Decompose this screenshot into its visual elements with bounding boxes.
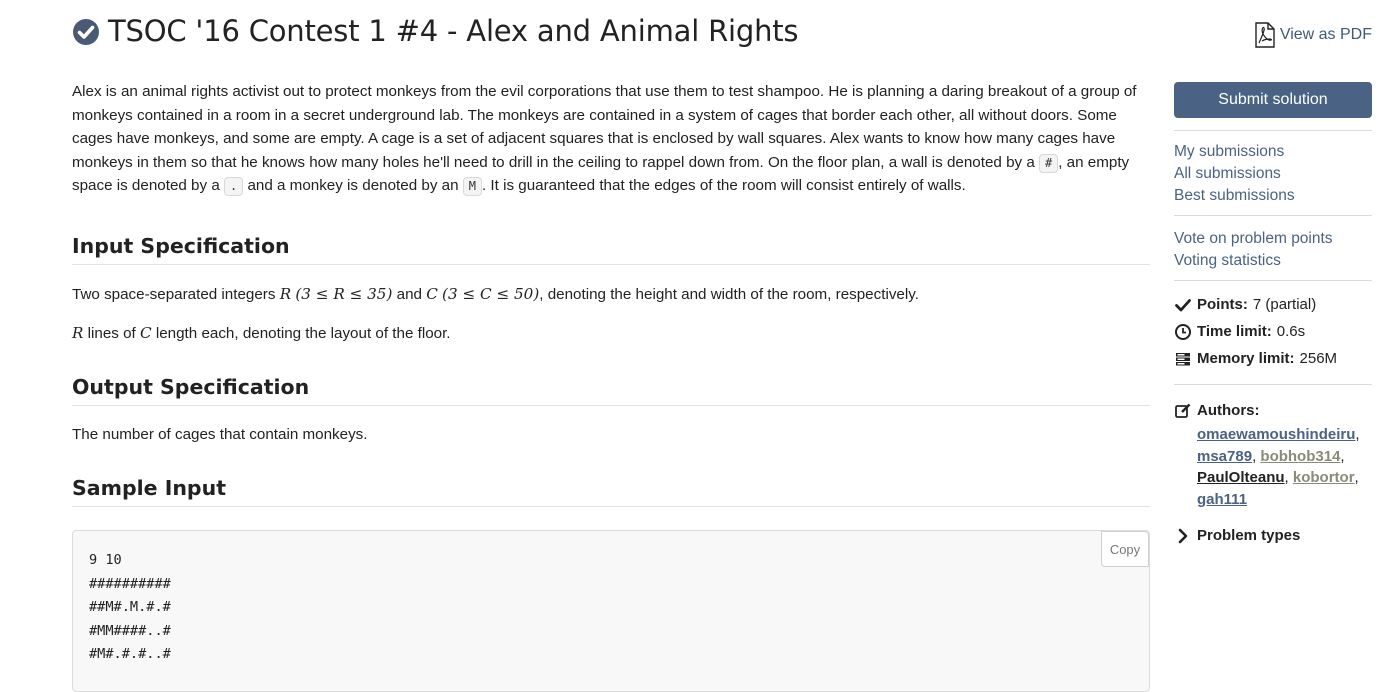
view-as-pdf-label[interactable]: View as PDF bbox=[1280, 26, 1372, 44]
author-link[interactable]: bobhob314 bbox=[1260, 448, 1340, 465]
math-c-2: C bbox=[140, 323, 152, 342]
title-bar: TSOC '16 Contest 1 #4 - Alex and Animal … bbox=[72, 10, 1372, 60]
math-r-2: R bbox=[72, 323, 84, 342]
math-c: C bbox=[426, 284, 438, 303]
view-as-pdf-link[interactable]: View as PDF bbox=[1253, 22, 1372, 48]
submit-solution-button[interactable]: Submit solution bbox=[1174, 82, 1372, 118]
authors-row: Authors: bbox=[1174, 397, 1372, 424]
submission-links: My submissions All submissions Best subm… bbox=[1174, 131, 1372, 215]
empty-symbol-code: . bbox=[223, 177, 244, 197]
author-link[interactable]: kobortor bbox=[1293, 469, 1355, 486]
time-limit-row: Time limit: 0.6s bbox=[1174, 318, 1372, 345]
intro-paragraph: Alex is an animal rights activist out to… bbox=[72, 80, 1150, 198]
clock-icon bbox=[1175, 323, 1191, 340]
wall-symbol-code: # bbox=[1039, 153, 1059, 173]
input-spec-line-2: R lines of C length each, denoting the l… bbox=[72, 322, 1150, 345]
input-spec-line2-suffix: length each, denoting the layout of the … bbox=[151, 324, 451, 342]
input-spec-and: and bbox=[392, 285, 427, 303]
monkey-symbol-code: M bbox=[462, 177, 482, 197]
problem-statement: Alex is an animal rights activist out to… bbox=[72, 80, 1150, 507]
copy-button[interactable]: Copy bbox=[1101, 531, 1149, 567]
check-circle-icon bbox=[73, 19, 99, 45]
author-link[interactable]: PaulOlteanu bbox=[1197, 469, 1285, 486]
vote-problem-points-link[interactable]: Vote on problem points bbox=[1174, 228, 1372, 250]
time-limit-label: Time limit: bbox=[1197, 323, 1272, 340]
sample-input-code: 9 10 ########## ##M#.M.#.# #MM####..# #M… bbox=[89, 549, 171, 667]
best-submissions-link[interactable]: Best submissions bbox=[1174, 185, 1372, 207]
code-line: #M#.#.#..# bbox=[89, 646, 171, 663]
memory-limit-value: 256M bbox=[1299, 350, 1338, 367]
math-r-range: (3 ≤ R ≤ 35) bbox=[295, 284, 393, 303]
points-label: Points: bbox=[1197, 296, 1248, 313]
check-icon bbox=[1175, 298, 1191, 311]
chevron-right-icon bbox=[1178, 528, 1188, 543]
author-link[interactable]: omaewamoushindeiru bbox=[1197, 426, 1355, 443]
points-value: 7 (partial) bbox=[1252, 296, 1317, 313]
my-submissions-link[interactable]: My submissions bbox=[1174, 141, 1372, 163]
output-spec-heading: Output Specification bbox=[72, 375, 1150, 406]
page-title: TSOC '16 Contest 1 #4 - Alex and Animal … bbox=[108, 14, 799, 48]
intro-text-4: . It is guaranteed that the edges of the… bbox=[481, 177, 966, 195]
memory-limit-row: Memory limit: 256M bbox=[1174, 345, 1372, 372]
sample-input-code-block: 9 10 ########## ##M#.M.#.# #MM####..# #M… bbox=[72, 530, 1150, 692]
voting-statistics-link[interactable]: Voting statistics bbox=[1174, 250, 1372, 272]
sidebar: Submit solution My submissions All submi… bbox=[1174, 82, 1372, 549]
author-link[interactable]: msa789 bbox=[1197, 448, 1252, 465]
memory-limit-label: Memory limit: bbox=[1197, 350, 1295, 367]
points-row: Points: 7 (partial) bbox=[1174, 291, 1372, 318]
math-c-range: (3 ≤ C ≤ 50) bbox=[442, 284, 540, 303]
problem-info: Points: 7 (partial) Time limit: 0.6s Mem… bbox=[1174, 281, 1372, 384]
input-spec-suffix: , denoting the height and width of the r… bbox=[539, 285, 919, 303]
input-spec-text: Two space-separated integers bbox=[72, 285, 280, 303]
time-limit-value: 0.6s bbox=[1276, 323, 1306, 340]
code-line: ##M#.M.#.# bbox=[89, 599, 171, 616]
code-line: 9 10 bbox=[89, 552, 122, 568]
all-submissions-link[interactable]: All submissions bbox=[1174, 163, 1372, 185]
author-link[interactable]: gah111 bbox=[1197, 491, 1247, 508]
input-spec-heading: Input Specification bbox=[72, 234, 1150, 265]
intro-text-1: Alex is an animal rights activist out to… bbox=[72, 83, 1137, 171]
math-r: R bbox=[279, 284, 292, 303]
output-spec-text: The number of cages that contain monkeys… bbox=[72, 425, 368, 443]
pdf-file-icon bbox=[1255, 22, 1275, 48]
code-line: #MM####..# bbox=[89, 622, 171, 639]
voting-links: Vote on problem points Voting statistics bbox=[1174, 216, 1372, 280]
input-spec-line-1: Two space-separated integers R (3 ≤ R ≤ … bbox=[72, 283, 1150, 306]
authors-list: omaewamoushindeiru, msa789, bobhob314, P… bbox=[1197, 426, 1360, 508]
problem-types-label[interactable]: Problem types bbox=[1197, 522, 1300, 549]
sample-input-heading: Sample Input bbox=[72, 476, 1150, 507]
authors-label: Authors: bbox=[1197, 402, 1260, 419]
intro-text-3: and a monkey is denoted by an bbox=[243, 177, 463, 195]
server-icon bbox=[1176, 352, 1190, 365]
code-line: ########## bbox=[89, 575, 171, 592]
problem-types-toggle[interactable]: Problem types bbox=[1174, 522, 1372, 549]
edit-icon bbox=[1175, 403, 1191, 418]
authors-section: Authors: omaewamoushindeiru, msa789, bob… bbox=[1174, 385, 1372, 510]
input-spec-line2-text: lines of bbox=[83, 324, 140, 342]
